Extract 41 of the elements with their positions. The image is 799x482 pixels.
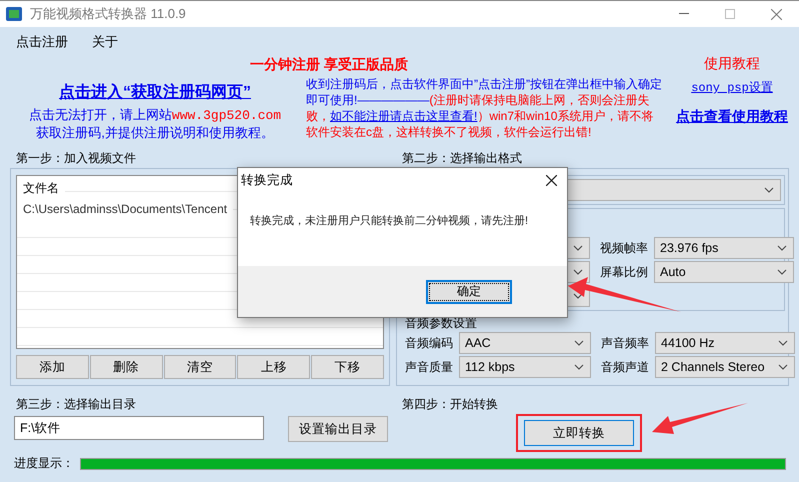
dialog-message: 转换完成，未注册用户只能转换前二分钟视频，请先注册! — [250, 214, 528, 229]
menu-item[interactable]: 点击注册 — [16, 33, 68, 53]
website-notice: 点击无法打开，请上网站www.3gp520.com 获取注册码,并提供注册说明和使用教程。 — [28, 106, 282, 141]
dropdown[interactable]: 112 kbps — [459, 356, 591, 378]
field-label: 屏幕比例 — [600, 264, 649, 280]
output-path-field[interactable]: F:\软件 — [14, 416, 264, 440]
field-label: 音频声道 — [601, 358, 650, 376]
dialog-title: 转换完成 — [241, 172, 293, 188]
list-button[interactable]: 删除 — [90, 355, 163, 379]
field-label: 声音质量 — [405, 358, 454, 376]
field-label: 视频帧率 — [600, 240, 649, 256]
registration-notice: 收到注册码后，点击软件界面中”点击注册”按钮在弹出框中输入确定即可使用!——————(注册时请保持电脑能上网，否则会注册失败，如不能注册请点击这里查看!）win7和win10系统用户，请不将软件安装在c盘，这样转换不了视频，软件会运行出错! — [306, 76, 662, 141]
promo-headline: 一分钟注册 享受正版品质 — [249, 55, 408, 74]
notice-link[interactable]: 如不能注册请点击这里查看! — [330, 109, 478, 123]
dropdown[interactable]: 23.976 fps — [654, 237, 794, 259]
window-title: 万能视频格式转换器 11.0.9 — [30, 5, 186, 23]
list-button[interactable]: 下移 — [311, 355, 384, 379]
app-icon — [6, 7, 22, 21]
step-label: 第一步：加入视频文件 — [16, 150, 136, 167]
list-button[interactable]: 清空 — [164, 355, 236, 379]
menu-item[interactable]: 关于 — [92, 33, 118, 53]
step-label: 第二步：选择输出格式 — [402, 150, 522, 167]
tutorial-link[interactable]: 点击查看使用教程 — [676, 108, 788, 126]
close-icon[interactable] — [546, 174, 557, 186]
tutorial-title: 使用教程 — [704, 55, 760, 73]
list-button[interactable]: 添加 — [16, 355, 89, 379]
list-button[interactable]: 上移 — [237, 355, 310, 379]
step-label: 第三步：选择输出目录 — [16, 396, 136, 413]
dropdown[interactable]: 44100 Hz — [655, 332, 795, 354]
progress-label: 进度显示： — [14, 455, 74, 472]
field-label: 声音频率 — [601, 334, 650, 352]
register-link[interactable]: 点击进入“获取注册码网页” — [59, 82, 251, 103]
convert-button[interactable]: 立即转换 — [524, 420, 634, 446]
ok-button[interactable]: 确定 — [426, 280, 512, 304]
dropdown[interactable]: 2 Channels Stereo — [655, 356, 795, 378]
step-label: 第四步：开始转换 — [402, 396, 498, 413]
dropdown[interactable]: AAC — [459, 332, 591, 354]
tutorial-link[interactable]: sony psp设置 — [691, 79, 773, 96]
field-label: 音频编码 — [405, 334, 454, 352]
set-output-button[interactable]: 设置输出目录 — [288, 416, 388, 442]
dropdown[interactable]: Auto — [654, 261, 794, 283]
